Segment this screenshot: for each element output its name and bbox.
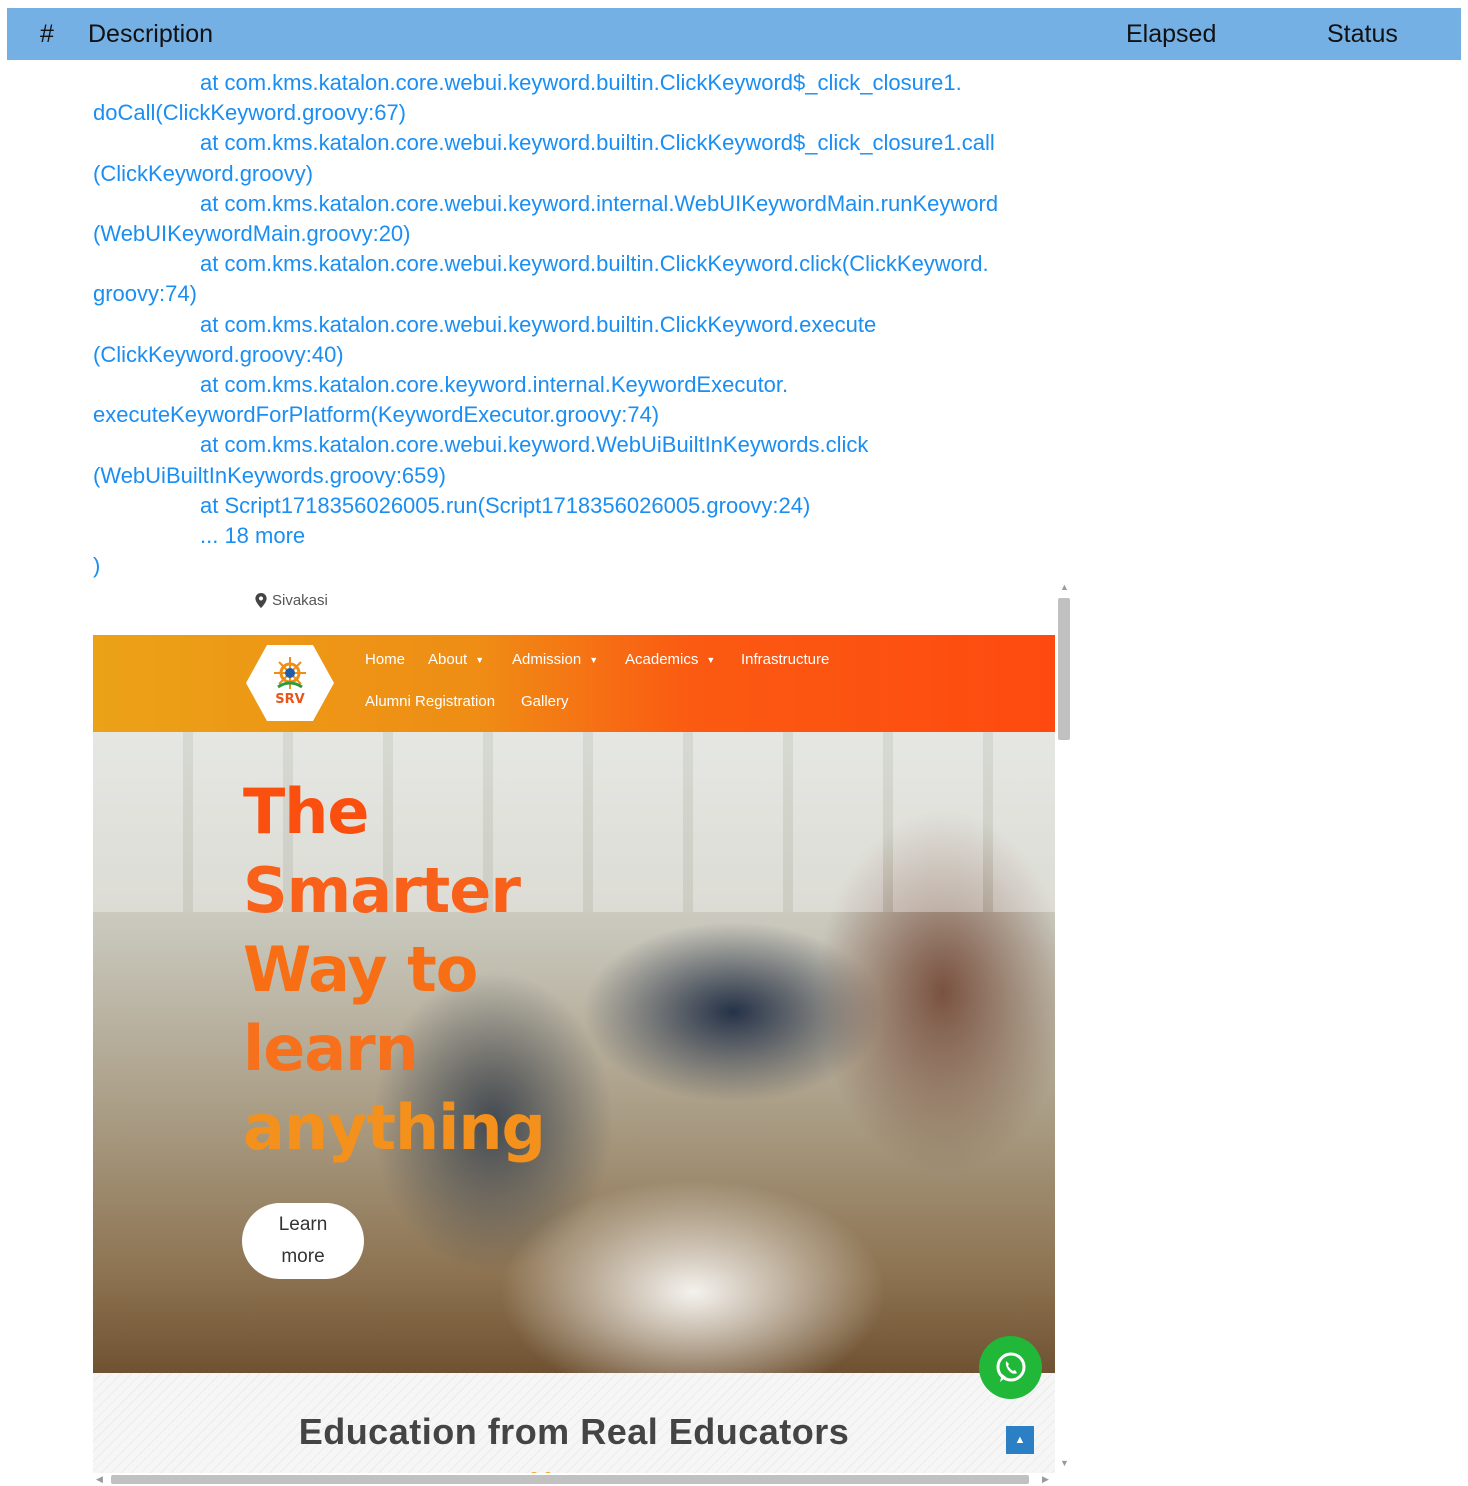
map-pin-icon (255, 593, 267, 608)
nav-alumni-label: Alumni Registration (365, 693, 496, 710)
caret-down-icon: ▼ (589, 654, 599, 665)
hero-title: The Smarter Way to learn anything (243, 772, 663, 1167)
nav-admission-label: Admission (512, 651, 582, 668)
horizontal-scrollbar[interactable]: ◀ ▶ (93, 1473, 1055, 1486)
learn-more-button[interactable]: Learn more (242, 1203, 364, 1279)
hero-banner: The Smarter Way to learn anything Learn … (93, 732, 1055, 1373)
arrow-up-icon: ▲ (1014, 1434, 1026, 1446)
stack-trace-line: at com.kms.katalon.core.webui.keyword.bu… (200, 130, 995, 156)
hero-title-line: The (243, 775, 369, 848)
horizontal-scroll-thumb[interactable] (111, 1475, 1029, 1484)
learn-more-label: Learn more (278, 1214, 328, 1267)
nav-infrastructure[interactable]: Infrastructure (741, 651, 829, 668)
hero-title-line: anything (243, 1091, 546, 1164)
stack-trace-line: at com.kms.katalon.core.webui.keyword.bu… (200, 311, 877, 337)
column-header-number: # (40, 20, 54, 48)
stack-trace-line: (WebUIKeywordMain.groovy:20) (93, 221, 411, 247)
vertical-scrollbar[interactable]: ▲ ▼ (1055, 578, 1073, 1473)
nav-academics-label: Academics (625, 651, 699, 668)
column-header-elapsed: Elapsed (1126, 20, 1217, 48)
location-info: Sivakasi (255, 592, 328, 609)
whatsapp-icon (996, 1352, 1025, 1382)
nav-admission[interactable]: Admission ▼ (512, 651, 598, 668)
stack-trace-line: at com.kms.katalon.core.webui.keyword.in… (200, 190, 999, 216)
stack-trace-line: (WebUiBuiltInKeywords.groovy:659) (93, 462, 446, 488)
stack-trace-line: ) (93, 553, 101, 579)
site-navbar: SRV Home About ▼ Admission ▼ Academics ▼… (93, 635, 1055, 732)
nav-alumni-registration[interactable]: Alumni Registration (365, 693, 495, 710)
nav-about[interactable]: About ▼ (428, 651, 484, 668)
srv-logo[interactable]: SRV (245, 643, 335, 723)
whatsapp-button[interactable] (979, 1336, 1042, 1399)
logo-text: SRV (275, 692, 304, 707)
scroll-left-arrow-icon[interactable]: ◀ (96, 1474, 103, 1485)
stack-trace-line: at com.kms.katalon.core.webui.keyword.We… (200, 432, 869, 458)
stack-trace-line: (ClickKeyword.groovy:40) (93, 341, 344, 367)
column-header-status: Status (1327, 20, 1398, 48)
nav-home[interactable]: Home (365, 651, 405, 668)
failure-screenshot: Sivakasi SRV Home About ▼ Admission ▼ Ac… (93, 578, 1073, 1486)
hero-title-line: Way to (243, 933, 478, 1006)
stack-trace-line: at com.kms.katalon.core.webui.keyword.bu… (200, 251, 989, 277)
nav-gallery-label: Gallery (521, 693, 569, 710)
site-top-bar: Sivakasi (93, 578, 1055, 635)
nav-academics[interactable]: Academics ▼ (625, 651, 715, 668)
section-title: Education from Real Educators (298, 1411, 850, 1452)
stack-trace-line: groovy:74) (93, 281, 197, 307)
stack-trace-line: (ClickKeyword.groovy) (93, 160, 314, 186)
vertical-scroll-thumb[interactable] (1058, 598, 1070, 740)
stack-trace-line: doCall(ClickKeyword.groovy:67) (93, 100, 407, 126)
caret-down-icon: ▼ (475, 654, 485, 665)
stack-trace-line: at Script1718356026005.run(Script1718356… (200, 492, 811, 518)
scroll-to-top-button[interactable]: ▲ (1006, 1426, 1034, 1454)
education-section: Education from Real Educators (93, 1373, 1055, 1486)
stack-trace-line: at com.kms.katalon.core.keyword.internal… (200, 372, 789, 398)
nav-about-label: About (428, 651, 468, 668)
caret-down-icon: ▼ (706, 654, 716, 665)
scroll-up-arrow-icon[interactable]: ▲ (1060, 582, 1069, 592)
nav-infrastructure-label: Infrastructure (741, 651, 830, 668)
stack-trace: at com.kms.katalon.core.webui.keyword.bu… (93, 68, 1083, 581)
hero-title-line: learn (243, 1012, 419, 1085)
stack-trace-line: at com.kms.katalon.core.webui.keyword.bu… (200, 70, 962, 95)
nav-home-label: Home (365, 651, 406, 668)
column-header-description: Description (88, 20, 214, 48)
stack-trace-line: executeKeywordForPlatform(KeywordExecuto… (93, 402, 660, 428)
scroll-right-arrow-icon[interactable]: ▶ (1042, 1474, 1049, 1485)
report-table-header: # Description Elapsed Status (7, 8, 1461, 60)
stack-trace-line: ... 18 more (200, 523, 306, 549)
scroll-down-arrow-icon[interactable]: ▼ (1060, 1458, 1069, 1468)
hero-title-line: Smarter (243, 854, 521, 927)
nav-gallery[interactable]: Gallery (521, 693, 569, 710)
location-text: Sivakasi (272, 592, 328, 609)
